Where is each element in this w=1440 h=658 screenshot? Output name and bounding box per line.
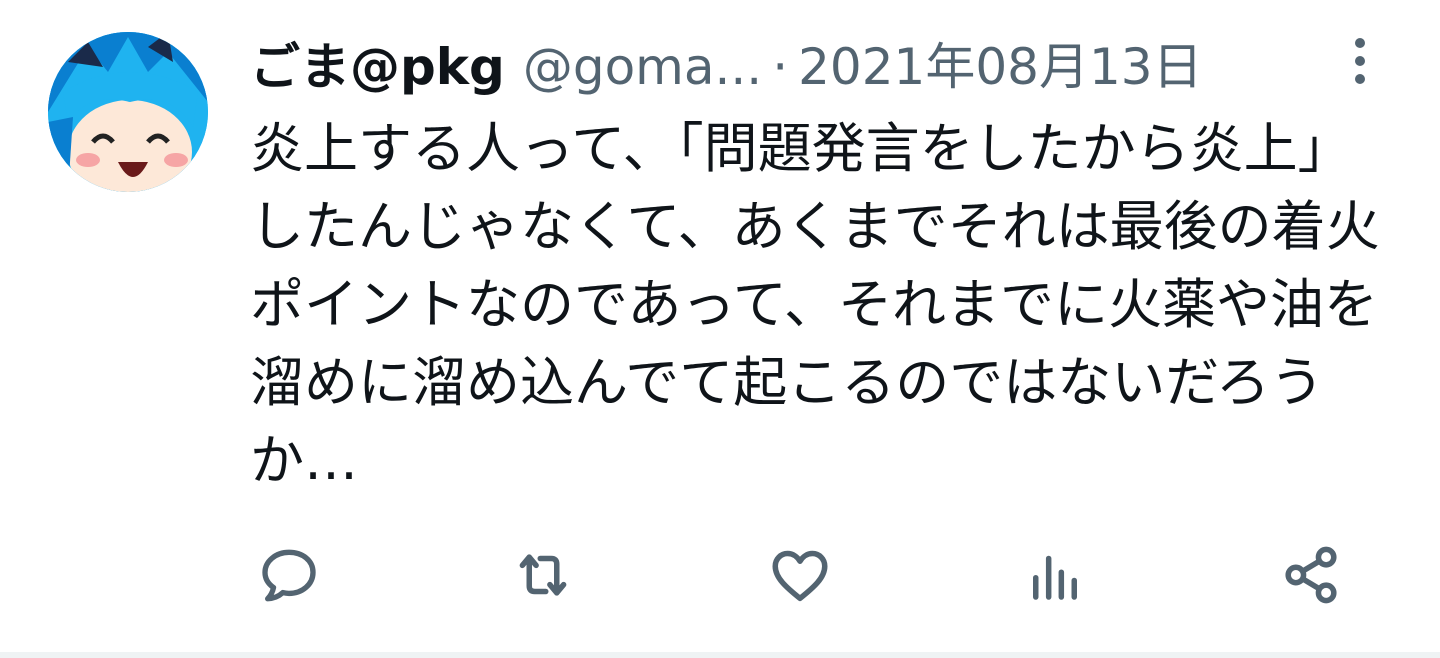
- analytics-bars-icon: [1033, 555, 1077, 600]
- share-button[interactable]: [1276, 540, 1346, 610]
- tweet-actions: [250, 540, 1360, 610]
- divider: [0, 652, 1440, 658]
- avatar-image: [48, 32, 208, 192]
- avatar[interactable]: [48, 32, 208, 192]
- display-name[interactable]: ごま@pkg: [250, 32, 505, 102]
- views-button[interactable]: [1020, 540, 1090, 610]
- more-vertical-icon[interactable]: [1348, 36, 1372, 86]
- share-icon: [1285, 546, 1337, 604]
- like-heart-icon: [772, 550, 828, 602]
- like-button[interactable]: [765, 540, 835, 610]
- retweet-button[interactable]: [508, 540, 578, 610]
- tweet-date[interactable]: 2021年08月13日: [798, 32, 1203, 102]
- user-handle[interactable]: @goma...: [523, 32, 762, 102]
- reply-button[interactable]: [254, 540, 324, 610]
- tweet-header: ごま@pkg @goma... · 2021年08月13日: [250, 32, 1360, 102]
- retweet-icon: [519, 554, 567, 596]
- tweet-text: 炎上する人って、「問題発言をしたから炎上」したんじゃなくて、あくまでそれは最後の…: [250, 117, 1380, 492]
- reply-icon: [262, 549, 316, 602]
- separator-dot: ·: [772, 38, 789, 96]
- tweet-card[interactable]: ごま@pkg @goma... · 2021年08月13日 炎上する人って、「問…: [0, 0, 1440, 652]
